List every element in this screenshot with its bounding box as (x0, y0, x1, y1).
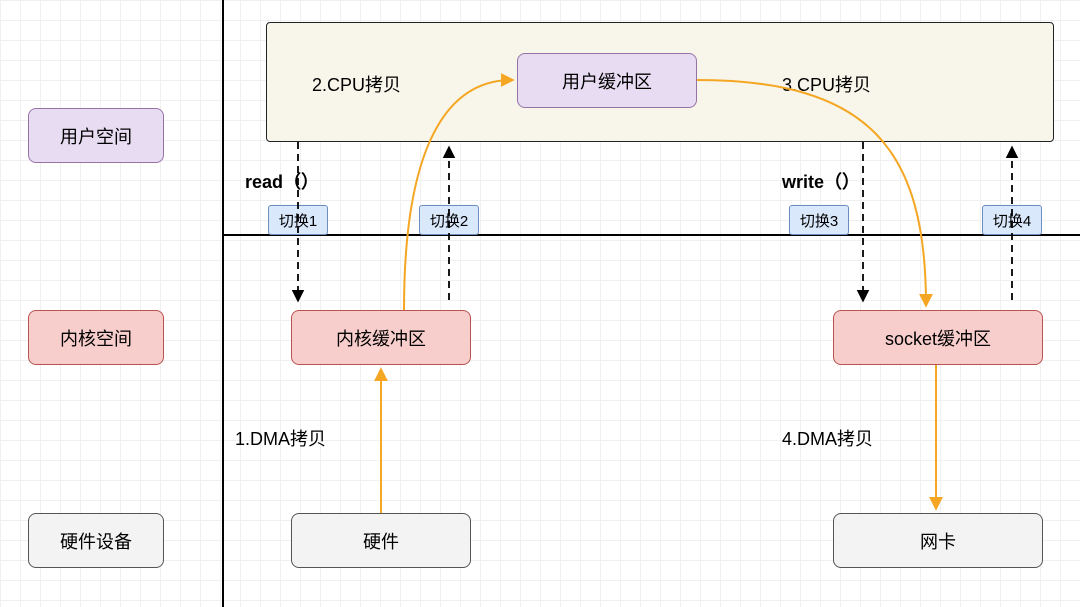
hardware-node: 硬件 (291, 513, 471, 568)
kernel-buffer-node: 内核缓冲区 (291, 310, 471, 365)
dma-copy-1-label: 1.DMA拷贝 (235, 425, 326, 451)
switch-4-tag: 切换4 (982, 205, 1042, 235)
switch-3-tag: 切换3 (789, 205, 849, 235)
user-buffer-node: 用户缓冲区 (517, 53, 697, 108)
nic-node: 网卡 (833, 513, 1043, 568)
socket-buffer-node: socket缓冲区 (833, 310, 1043, 365)
hardware-label: 硬件设备 (28, 513, 164, 568)
cpu-copy-2-label: 2.CPU拷贝 (312, 71, 401, 97)
user-space-label: 用户空间 (28, 108, 164, 163)
switch-2-tag: 切换2 (419, 205, 479, 235)
write-label: write（） (782, 168, 860, 194)
switch-1-tag: 切换1 (268, 205, 328, 235)
kernel-space-label: 内核空间 (28, 310, 164, 365)
cpu-copy-3-label: 3.CPU拷贝 (782, 71, 871, 97)
dma-copy-4-label: 4.DMA拷贝 (782, 425, 873, 451)
read-label: read（） (245, 168, 319, 194)
